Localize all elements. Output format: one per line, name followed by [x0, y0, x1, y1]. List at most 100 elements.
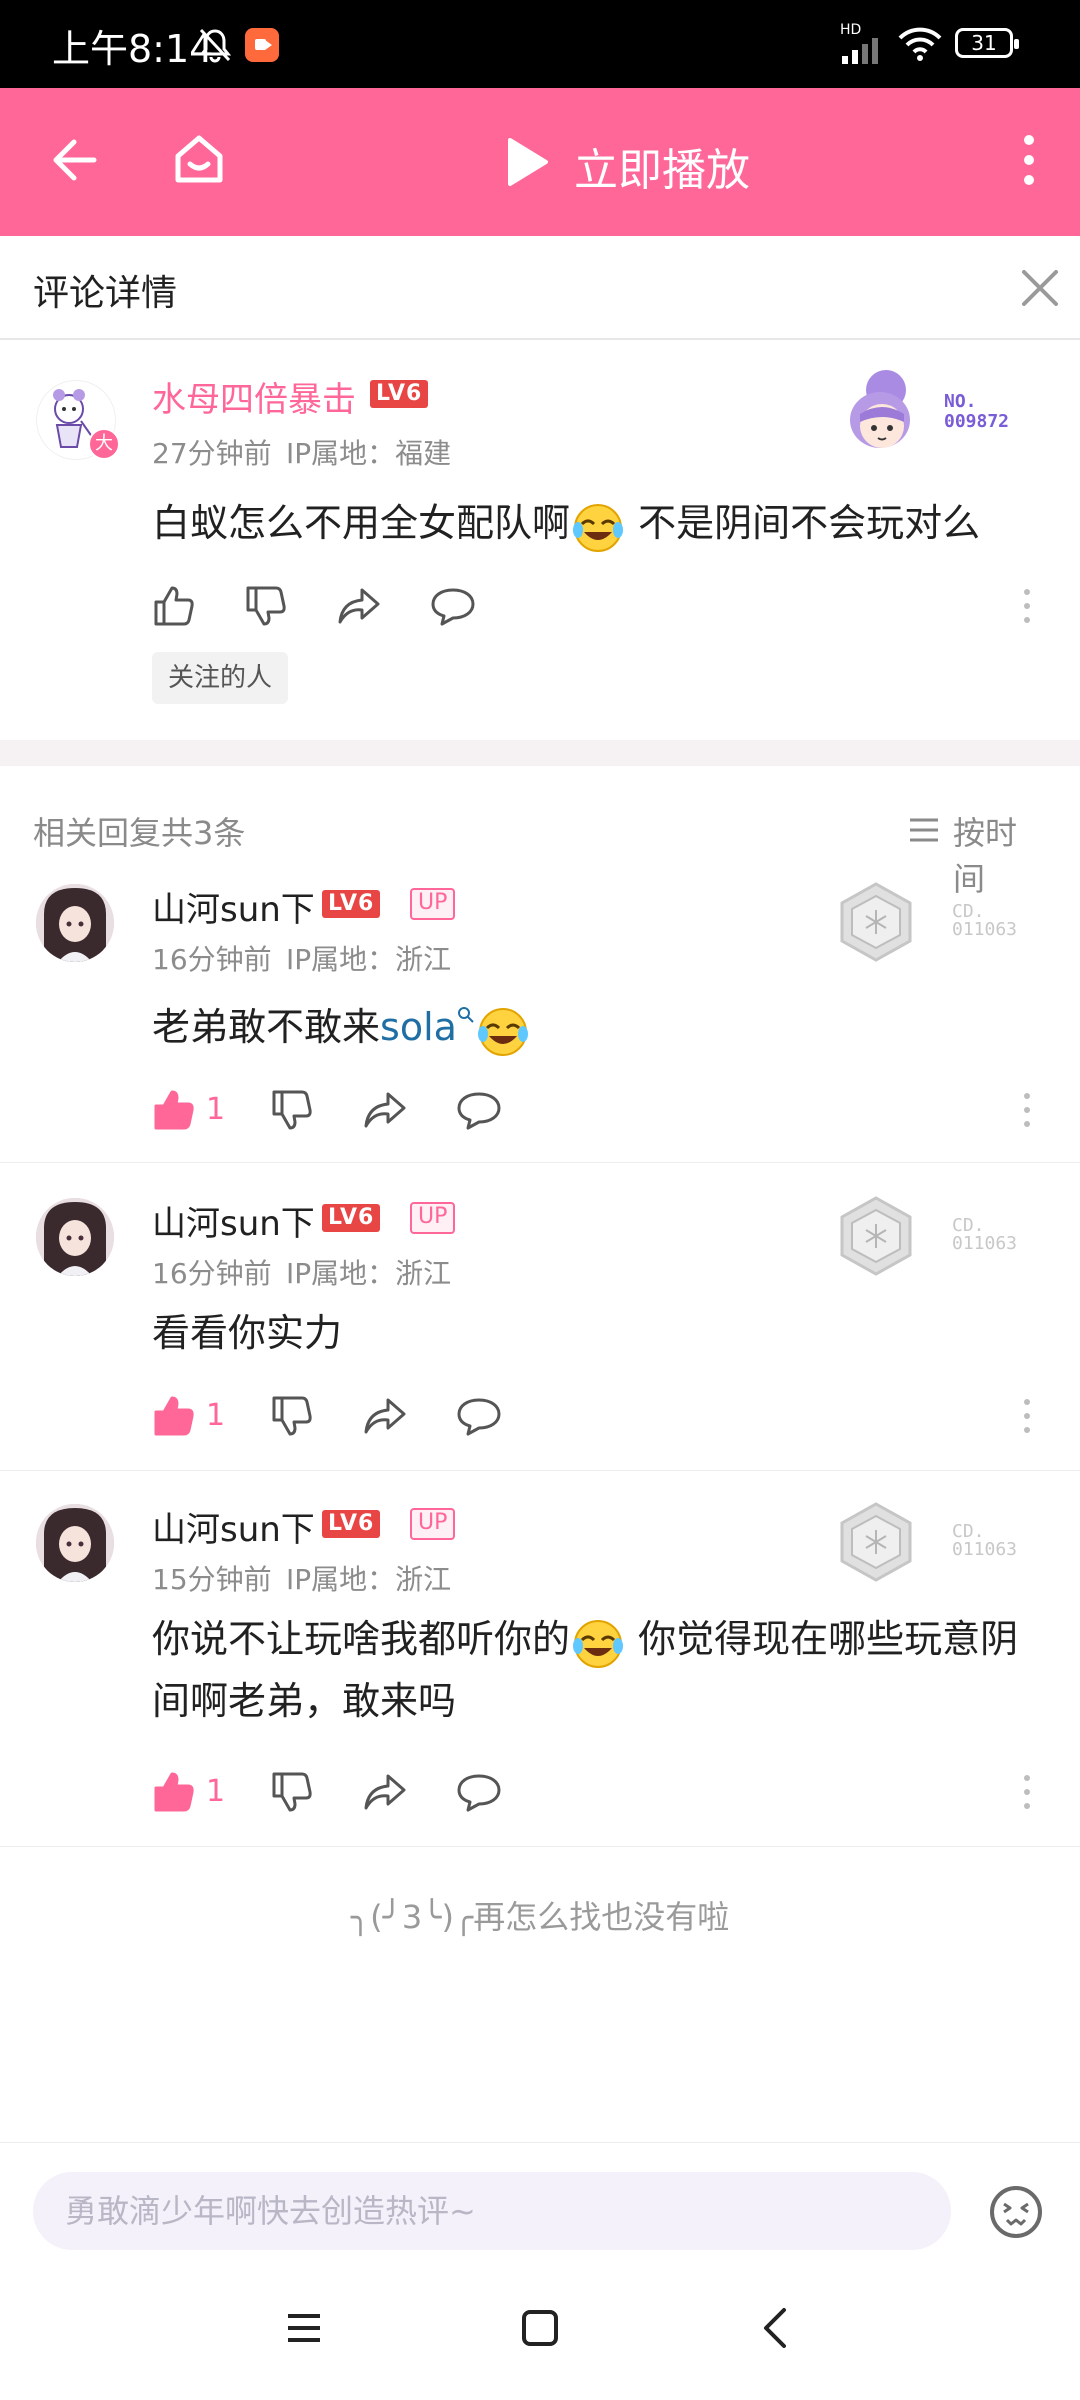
home-icon[interactable] [170, 130, 228, 188]
share-icon[interactable] [362, 1772, 406, 1812]
level-badge: LV6 [322, 890, 381, 918]
thumbs-up-filled-icon [154, 1772, 194, 1812]
like-count: 1 [206, 1398, 226, 1433]
ip-location: IP属地：浙江 [286, 943, 452, 976]
comment-text: 看看你实力 [152, 1311, 343, 1355]
status-time: 上午8:14 [52, 27, 214, 71]
level-badge: LV6 [322, 1510, 381, 1538]
share-icon[interactable] [362, 1090, 406, 1130]
list-sort-icon [910, 818, 938, 842]
comment-text-part-1: 你说不让玩啥我都听你的 [152, 1617, 571, 1661]
comment-more-icon[interactable] [1020, 1396, 1034, 1436]
sort-by-time-button[interactable]: 按时间 [908, 806, 1048, 898]
share-icon[interactable] [362, 1396, 406, 1436]
back-chevron-icon[interactable] [756, 2306, 796, 2350]
reply-divider [0, 1470, 1080, 1471]
ip-location: IP属地：浙江 [286, 1257, 452, 1290]
status-bar: 上午8:14 HD 31 [0, 0, 1080, 88]
up-badge: UP [410, 1508, 456, 1540]
laugh-cry-emoji-icon [475, 1006, 531, 1056]
like-button[interactable]: 1 [152, 1088, 232, 1132]
username[interactable]: 山河sun下 [152, 1196, 315, 1245]
comment-time: 16分钟前 [152, 943, 272, 976]
more-vertical-icon[interactable] [1012, 134, 1046, 186]
avatar[interactable] [36, 1198, 114, 1276]
reply-bubble-icon[interactable] [430, 586, 476, 626]
play-icon [508, 138, 548, 186]
thumbs-down-icon[interactable] [270, 1088, 314, 1132]
comment-content: 你说不让玩啥我都听你的 你觉得现在哪些玩意阴间啊老弟，敢来吗 [152, 1608, 1052, 1732]
play-now-label: 立即播放 [574, 145, 750, 196]
medal-hexagon-icon [840, 1196, 912, 1276]
thumbs-down-icon[interactable] [244, 584, 288, 628]
comment-input[interactable] [33, 2172, 951, 2250]
reply-bubble-icon[interactable] [456, 1396, 502, 1436]
mute-bell-icon [198, 28, 232, 63]
verified-badge: 大 [88, 428, 120, 460]
avatar[interactable] [36, 1504, 114, 1582]
username[interactable]: 山河sun下 [152, 882, 315, 931]
thumbs-down-icon[interactable] [270, 1770, 314, 1814]
thumbs-up-icon[interactable] [152, 584, 196, 628]
reply-bubble-icon[interactable] [456, 1090, 502, 1130]
avatar[interactable] [36, 884, 114, 962]
medal-code-value: 011063 [952, 919, 1018, 940]
comment-time: 16分钟前 [152, 1257, 272, 1290]
comment-more-icon[interactable] [1020, 1090, 1034, 1130]
username[interactable]: 山河sun下 [152, 1502, 315, 1551]
follow-tag: 关注的人 [152, 652, 289, 704]
comment-more-icon[interactable] [1020, 586, 1034, 626]
comment-more-icon[interactable] [1020, 1772, 1034, 1812]
thumbs-up-filled-icon [154, 1090, 194, 1130]
thumbs-down-icon[interactable] [270, 1394, 314, 1438]
section-gap [0, 740, 1080, 766]
medal-hexagon-icon [840, 882, 912, 962]
home-square-icon[interactable] [520, 2308, 560, 2348]
laugh-cry-emoji-icon [570, 1618, 626, 1668]
username[interactable]: 水母四倍暴击 [152, 372, 356, 421]
level-badge: LV6 [322, 1204, 381, 1232]
like-button[interactable]: 1 [152, 1770, 232, 1814]
comment-time: 27分钟前 [152, 437, 272, 470]
reply-item: 山河sun下 LV6 UP 16分钟前 IP属地：浙江 CD. 011063 看… [0, 1180, 1080, 1470]
medal-number-value: 009872 [944, 411, 1010, 432]
medal-code-value: 011063 [952, 1539, 1018, 1560]
medal-code-value: 011063 [952, 1233, 1018, 1254]
close-icon[interactable] [1020, 268, 1060, 308]
avatar-image [36, 1198, 114, 1276]
comment-detail-title: 评论详情 [33, 273, 178, 314]
back-arrow-icon[interactable] [48, 134, 100, 186]
thumbs-up-filled-icon [154, 1396, 194, 1436]
emoji-face-icon[interactable] [988, 2184, 1044, 2240]
like-button[interactable]: 1 [152, 1394, 232, 1438]
avatar-image [36, 884, 114, 962]
comment-content: 老弟敢不敢来sola [152, 996, 1032, 1058]
ip-location: IP属地：福建 [286, 437, 452, 470]
battery-indicator: 31 [955, 28, 1019, 58]
comment-content: 看看你实力 [152, 1302, 1032, 1364]
like-count: 1 [206, 1774, 226, 1809]
share-icon[interactable] [336, 586, 380, 626]
comment-content: 白蚁怎么不用全女配队啊 不是阴间不会玩对么 [152, 492, 1032, 554]
ip-location: IP属地：浙江 [286, 1563, 452, 1596]
search-small-icon [457, 1007, 474, 1023]
comment-text-part-2: 你觉得现在哪些玩意阴 [638, 1617, 1019, 1661]
comment-text-part-1: 白蚁怎么不用全女配队啊 [152, 501, 571, 545]
medal-number-label: NO. [944, 391, 977, 412]
play-now-button[interactable]: 立即播放 [500, 130, 760, 196]
laugh-cry-emoji-icon [570, 502, 626, 552]
reply-item: 山河sun下 LV6 UP 16分钟前 IP属地：浙江 CD. 011063 老… [0, 866, 1080, 1162]
signal-icon [842, 38, 878, 64]
comment-time: 15分钟前 [152, 1563, 272, 1596]
wifi-icon [898, 27, 942, 61]
avatar-image [36, 1504, 114, 1582]
menu-icon[interactable] [284, 2308, 324, 2348]
end-of-list-text: ╮(╯3╰)╭再怎么找也没有啦 [350, 1898, 730, 1936]
comment-text-part-3: 间啊老弟，敢来吗 [152, 1679, 457, 1723]
system-navigation-bar [0, 2260, 1080, 2400]
input-divider [0, 2142, 1080, 2143]
search-link-sola[interactable]: sola [380, 1005, 457, 1049]
reply-bubble-icon[interactable] [456, 1772, 502, 1812]
main-comment: 大 水母四倍暴击 LV6 27分钟前 IP属地：福建 NO. 009872 白蚁… [0, 340, 1080, 740]
reply-item: 山河sun下 LV6 UP 15分钟前 IP属地：浙江 CD. 011063 你… [0, 1486, 1080, 1846]
